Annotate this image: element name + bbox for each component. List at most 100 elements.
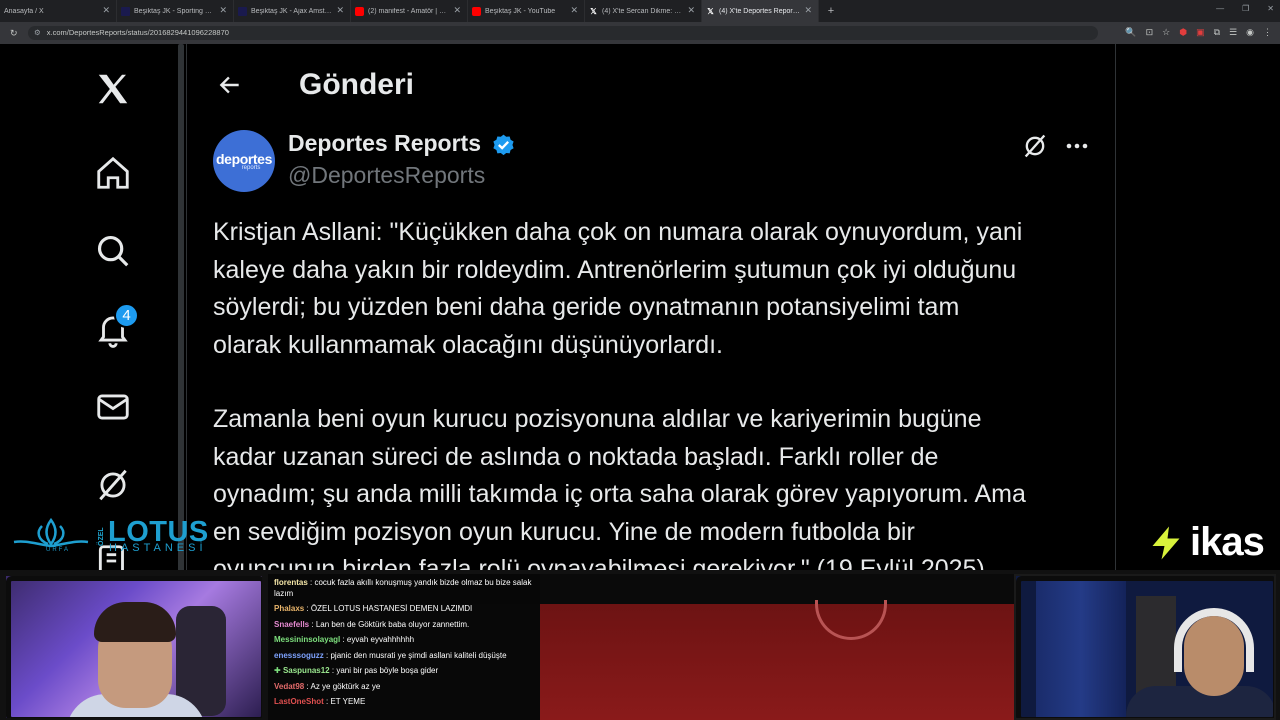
chat-username: Saspunas12 [282,666,330,675]
lotus-hospital-logo: URFA ÖZEL LOTUS HASTANESİ [12,516,208,558]
chat-message: Phalaxs : ÖZEL LOTUS HASTANESİ DEMEN LAZ… [274,604,473,613]
sidebar-scrollbar[interactable] [178,44,184,584]
sponsor-name: ikas [1190,520,1265,564]
grok-explain-icon[interactable] [1021,132,1049,160]
lotus-city: URFA [46,547,71,553]
tab-title: Beşiktaş JK - Sporting Lizbon, · [134,7,215,15]
bookmark-star-icon[interactable]: ☆ [1162,27,1170,38]
extension-icon[interactable]: ▣ [1196,27,1205,38]
bjk-favicon-icon [121,6,130,16]
chat-message: ✚ Saspunas12 : yani bir pas böyle boşa g… [274,666,439,675]
avatar-logo-subtext: reports [241,165,261,171]
tab-close-icon[interactable]: ✕ [219,5,227,16]
search-icon[interactable] [92,230,134,272]
chat-text: ÖZEL LOTUS HASTANESİ DEMEN LAZIMDI [310,604,473,613]
address-toolbar: ↻ ⚙ x.com/DeportesReports/status/20168294… [0,22,1280,44]
webcam-frame [1016,576,1274,718]
browser-tab[interactable]: Beşiktaş JK - YouTube ✕ [468,0,585,22]
webcam-left [4,574,264,720]
chat-text: Az ye göktürk az ye [310,681,381,691]
chat-text: Lan ben de Göktürk baba oluyor zannettim… [315,619,470,629]
messages-envelope-icon[interactable] [92,386,134,428]
profile-icon[interactable]: ◉ [1246,27,1254,38]
chat-username: florentas [274,578,308,587]
x-favicon-icon: 𝕏 [707,6,714,16]
plus-icon: ✚ [274,666,281,675]
author-handle[interactable]: @DeportesReports [288,162,485,189]
chat-message: enesssoguzz : pjanic den musrati ye şimd… [274,650,507,660]
minimize-icon[interactable]: — [1216,4,1224,13]
lotus-subtitle: HASTANESİ [109,542,207,554]
chat-username: Phalaxs [274,604,305,613]
page-title: Gönderi [299,68,415,101]
lotus-flower-icon [13,518,89,548]
lightning-bolt-icon [1152,526,1180,559]
browser-tab[interactable]: Beşiktaş JK - Sporting Lizbon, · ✕ [117,0,234,22]
x-logo-icon[interactable] [92,68,134,110]
new-tab-button[interactable]: + [823,5,839,17]
chat-message: LastOneShot : ET YEME [274,697,366,706]
home-icon[interactable] [92,152,134,194]
chat-username: Vedat98 [274,681,305,691]
restore-icon[interactable]: ❐ [1242,4,1249,13]
tab-close-icon[interactable]: ✕ [687,5,695,16]
arrow-left-icon [219,76,239,94]
more-options-icon[interactable] [1065,136,1089,156]
reload-icon[interactable]: ↻ [10,28,22,39]
chat-text: cocuk fazla akıllı konuşmuş yandık bizde… [274,578,532,598]
post-text: Kristjan Asllani: "Küçükken daha çok on … [213,214,1103,589]
chat-text: yani bir pas böyle boşa gider [336,666,439,675]
tab-title: Anasayfa / X [4,7,44,15]
install-icon[interactable]: ⊡ [1146,27,1154,38]
chat-text: pjanic den musrati ye şimdi asllani kali… [330,650,507,660]
post-paragraph: Zamanla beni oyun kurucu pozisyonuna ald… [213,405,1026,583]
grok-icon[interactable] [92,464,134,506]
chat-text: eyvah eyvahhhhhh [346,635,415,644]
browser-tab-active[interactable]: 𝕏 (4) X'te Deportes Reports: "Kris ✕ [702,0,819,22]
url-bar[interactable]: ⚙ x.com/DeportesReports/status/2016829441… [28,26,1098,40]
avatar[interactable]: deportes reports [213,130,275,192]
ikas-sponsor-logo: ikas [1148,520,1265,565]
chat-username: LastOneShot [274,697,324,706]
url-text: x.com/DeportesReports/status/20168294410… [46,28,229,37]
screen: Anasayfa / X ✕ Beşiktaş JK - Sporting Li… [0,0,1280,720]
tab-title: (4) X'te Deportes Reports: "Kris [719,7,800,15]
chat-username: Messininsolayagl [274,635,341,644]
tab-close-icon[interactable]: ✕ [570,5,578,16]
tab-close-icon[interactable]: ✕ [336,5,344,16]
browser-tab[interactable]: 𝕏 (4) X'te Sercan Dikme: "Kristjan ✕ [585,0,702,22]
tab-search-icon[interactable]: ☰ [1229,27,1237,38]
browser-tab[interactable]: (2) manifest - Amatör | Official ✕ [351,0,468,22]
notification-badge: 4 [114,303,139,328]
site-info-icon[interactable]: ⚙ [34,28,41,37]
tab-close-icon[interactable]: ✕ [804,5,812,16]
live-chat: florentas : cocuk fazla akıllı konuşmuş … [268,574,540,720]
browser-tab[interactable]: Anasayfa / X ✕ [0,0,117,22]
tab-title: (2) manifest - Amatör | Official [368,7,449,15]
window-close-icon[interactable]: ✕ [1267,4,1274,13]
webcam-right [1014,574,1276,720]
youtube-favicon-icon [355,6,364,16]
youtube-favicon-icon [472,6,481,16]
chat-message: Snaefells : Lan ben de Göktürk baba oluy… [274,619,470,629]
zoom-icon[interactable]: 🔍 [1125,27,1136,38]
extensions-puzzle-icon[interactable]: ⧉ [1214,27,1220,38]
extension-icon[interactable]: ⬢ [1179,27,1187,38]
tab-close-icon[interactable]: ✕ [102,5,110,16]
chat-message: florentas : cocuk fazla akıllı konuşmuş … [274,578,532,598]
back-button[interactable] [215,70,245,100]
bjk-favicon-icon [238,6,247,16]
tab-title: Beşiktaş JK - YouTube [485,7,556,15]
toolbar-icons: 🔍 ⊡ ☆ ⬢ ▣ ⧉ ☰ ◉ ⋮ [1125,27,1272,38]
tab-title: Beşiktaş JK - Ajax Amsterdam, · [251,7,332,15]
lotus-prefix: ÖZEL [98,527,105,547]
chat-username: enesssoguzz [274,650,324,660]
chat-message: Vedat98 : Az ye göktürk az ye [274,681,381,691]
tab-title: (4) X'te Sercan Dikme: "Kristjan [602,7,683,15]
stream-background [540,600,1014,720]
menu-icon[interactable]: ⋮ [1263,27,1272,38]
browser-tab[interactable]: Beşiktaş JK - Ajax Amsterdam, · ✕ [234,0,351,22]
tab-close-icon[interactable]: ✕ [453,5,461,16]
author-display-name[interactable]: Deportes Reports [288,130,481,157]
browser-tab-strip: Anasayfa / X ✕ Beşiktaş JK - Sporting Li… [0,0,1280,22]
